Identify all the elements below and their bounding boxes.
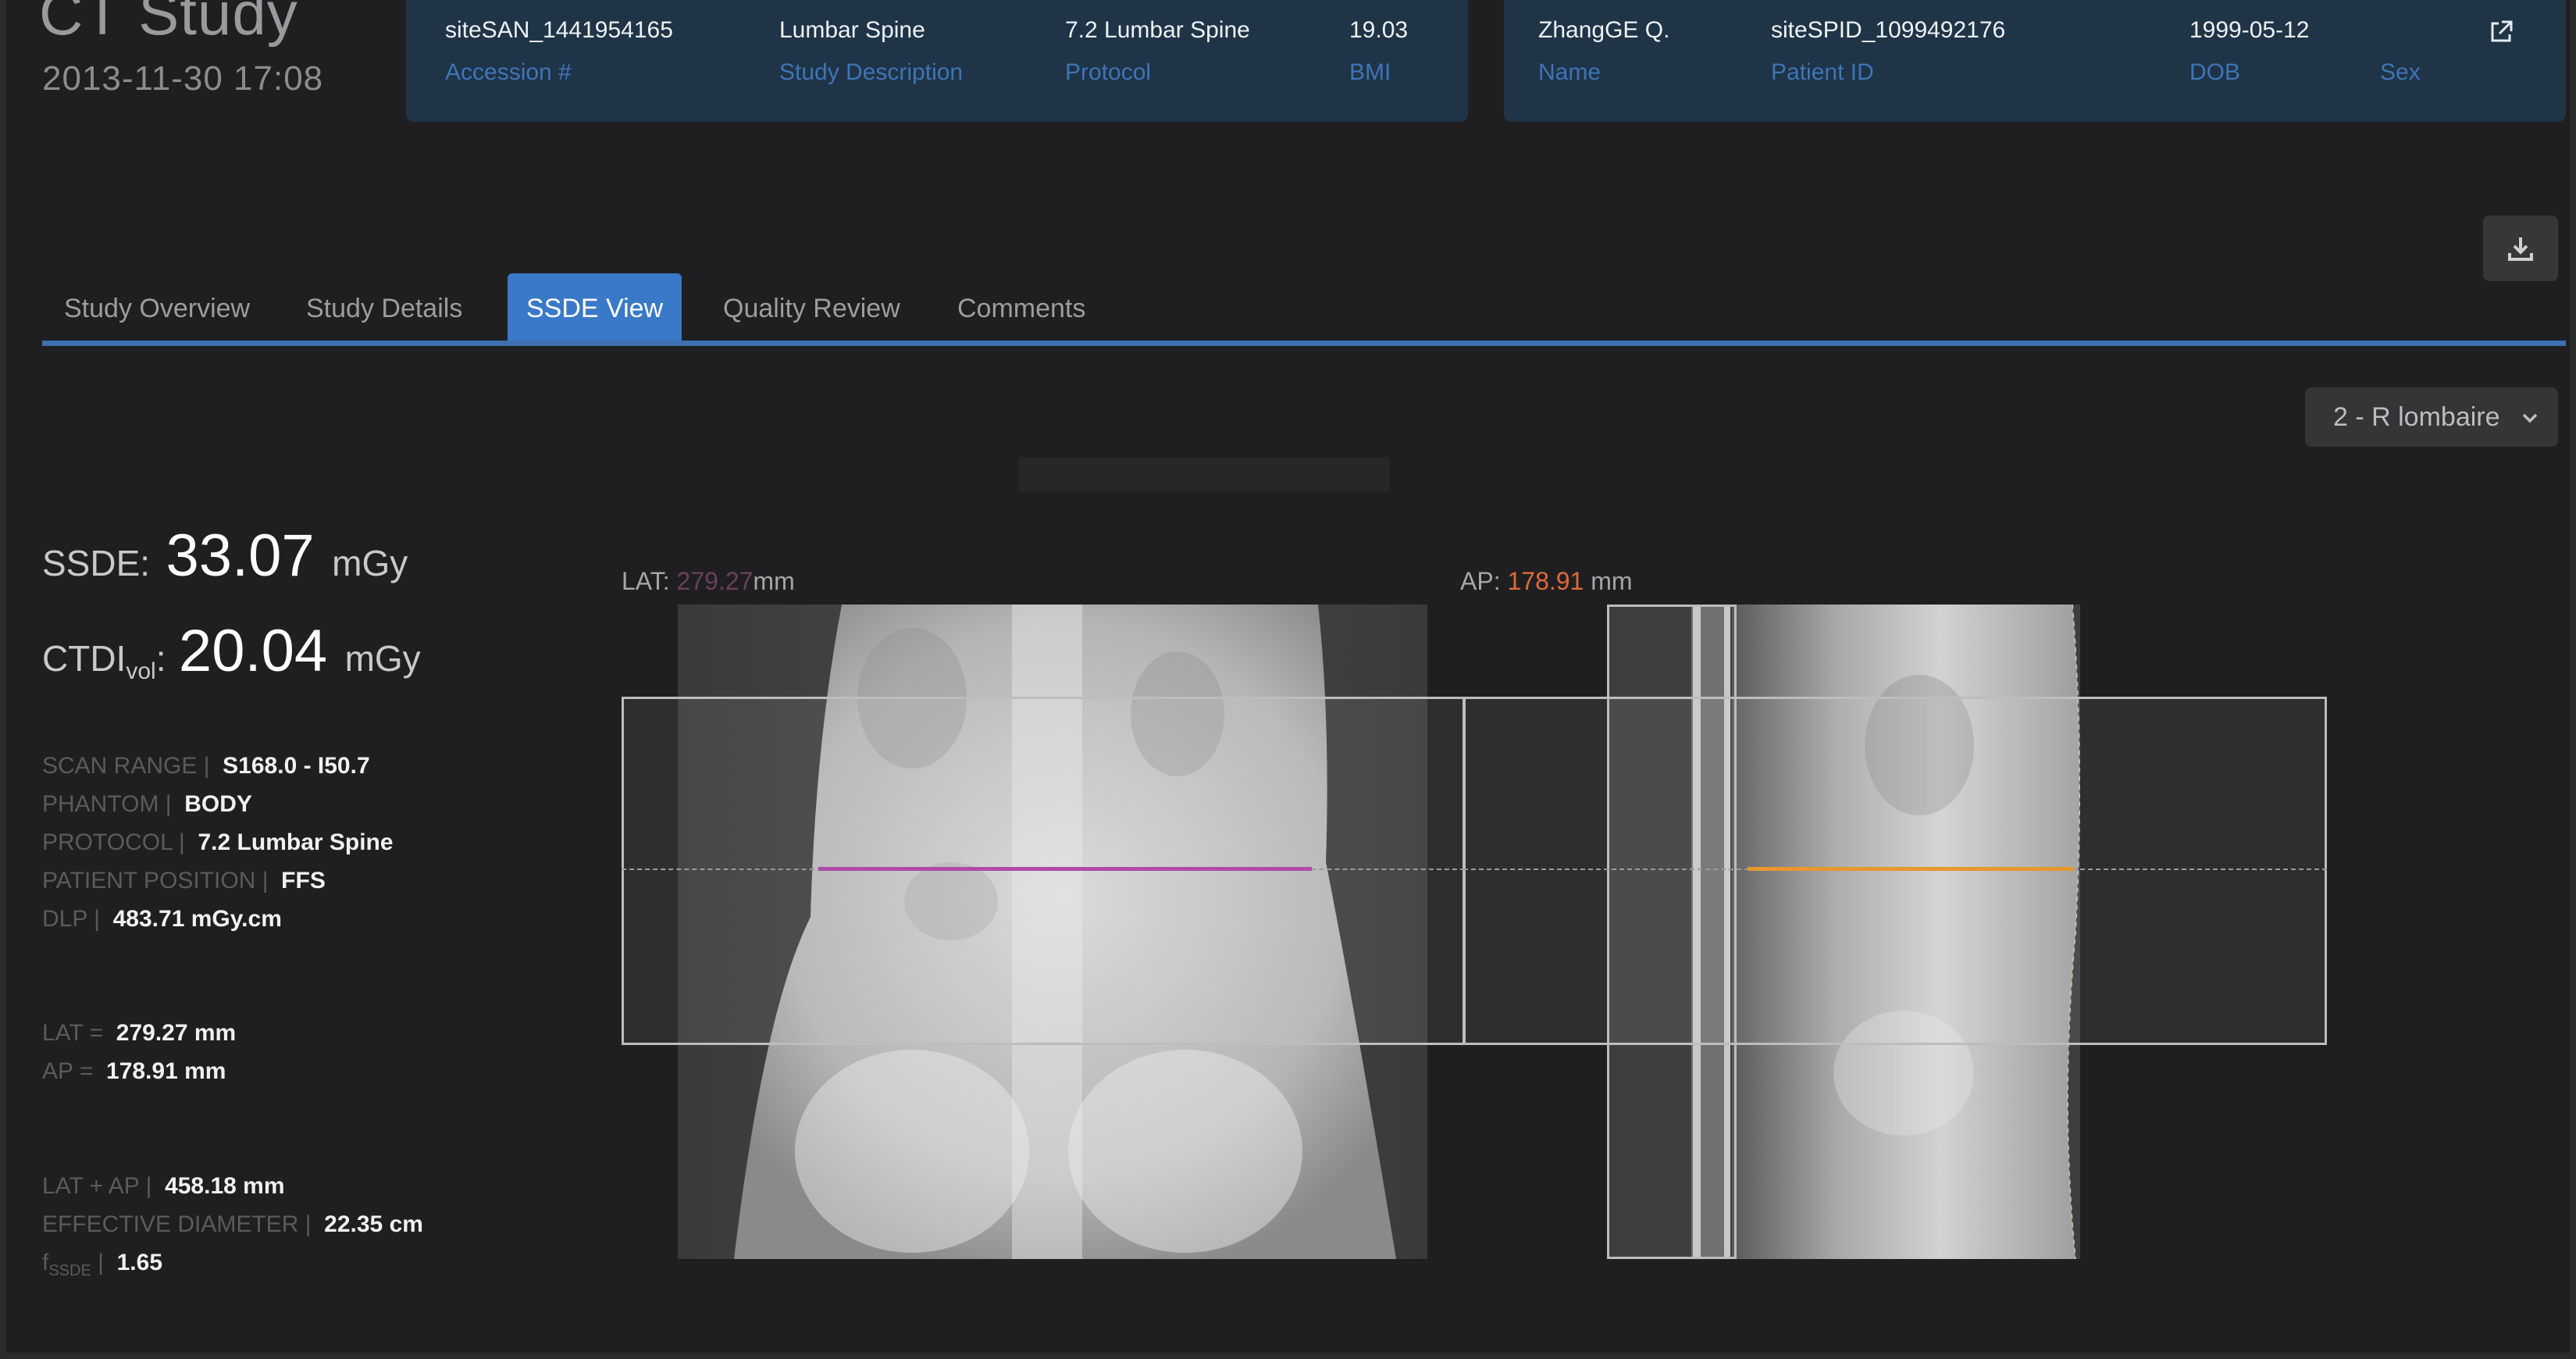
dob-value: 1999-05-12 bbox=[2189, 17, 2310, 43]
lat-measure-line bbox=[818, 867, 1312, 871]
region-select[interactable]: 2 - R lombaire bbox=[2305, 387, 2558, 447]
ssde-unit: mGy bbox=[332, 543, 408, 583]
external-link-icon[interactable] bbox=[2488, 19, 2514, 45]
image-toolbar-placeholder bbox=[1018, 458, 1390, 492]
lat-row: LAT = 279.27 mm bbox=[42, 1020, 237, 1046]
protocol-label: Protocol bbox=[1065, 59, 1152, 85]
scan-range-row: SCAN RANGE | S168.0 - I50.7 bbox=[42, 753, 370, 779]
ap-row: AP = 178.91 mm bbox=[42, 1058, 226, 1084]
accession-value: siteSAN_1441954165 bbox=[445, 17, 673, 43]
study-description-label: Study Description bbox=[779, 59, 964, 85]
dob-label: DOB bbox=[2189, 59, 2241, 85]
protocol-value: 7.2 Lumbar Spine bbox=[1065, 17, 1250, 43]
fssde-row: fSSDE | 1.65 bbox=[42, 1250, 163, 1279]
phantom-row: PHANTOM | BODY bbox=[42, 791, 252, 817]
ctdi-label: CTDIvol: bbox=[42, 638, 166, 685]
ap-measure-line bbox=[1748, 867, 2074, 871]
tab-study-details[interactable]: Study Details bbox=[306, 273, 462, 344]
download-button[interactable] bbox=[2483, 216, 2558, 281]
tab-comments[interactable]: Comments bbox=[957, 273, 1085, 344]
page-title: CT Study bbox=[39, 0, 298, 48]
tab-ssde-view[interactable]: SSDE View bbox=[508, 273, 682, 344]
app-window: CT Study 2013-11-30 17:08 siteSAN_144195… bbox=[6, 0, 2570, 1353]
effective-diameter-row: EFFECTIVE DIAMETER | 22.35 cm bbox=[42, 1211, 423, 1237]
protocol-row: PROTOCOL | 7.2 Lumbar Spine bbox=[42, 829, 394, 855]
tab-quality-review[interactable]: Quality Review bbox=[723, 273, 900, 344]
lat-image-label: LAT: 279.27mm bbox=[622, 567, 795, 595]
sex-label: Sex bbox=[2380, 59, 2421, 85]
study-info-panel: siteSAN_1441954165 Lumbar Spine 7.2 Lumb… bbox=[406, 0, 1468, 122]
tab-study-overview[interactable]: Study Overview bbox=[64, 273, 250, 344]
ap-roi-box[interactable] bbox=[1463, 697, 2327, 1045]
ap-image-label: AP: 178.91 mm bbox=[1460, 567, 1633, 595]
ssde-value: 33.07 bbox=[166, 523, 315, 589]
accession-label: Accession # bbox=[445, 59, 572, 85]
patient-position-row: PATIENT POSITION | FFS bbox=[42, 868, 326, 894]
lat-plus-ap-row: LAT + AP | 458.18 mm bbox=[42, 1173, 285, 1199]
patient-id-label: Patient ID bbox=[1771, 59, 1874, 85]
ctdi-value: 20.04 bbox=[178, 618, 328, 684]
ctdi-readout: CTDIvol: 20.04 mGy bbox=[42, 617, 421, 685]
patient-info-panel: ZhangGE Q. siteSPID_1099492176 1999-05-1… bbox=[1504, 0, 2566, 122]
patient-name-label: Name bbox=[1538, 59, 1602, 85]
ssde-label: SSDE: bbox=[42, 543, 151, 583]
dlp-row: DLP | 483.71 mGy.cm bbox=[42, 906, 282, 932]
download-icon bbox=[2508, 237, 2533, 261]
study-description-value: Lumbar Spine bbox=[779, 17, 925, 43]
lat-roi-box[interactable] bbox=[622, 697, 1465, 1045]
chevron-down-icon bbox=[2519, 391, 2541, 450]
ssde-readout: SSDE: 33.07 mGy bbox=[42, 522, 408, 590]
patient-name-value: ZhangGE Q. bbox=[1538, 17, 1670, 43]
tab-underline bbox=[42, 341, 2566, 346]
patient-id-value: siteSPID_1099492176 bbox=[1771, 17, 2006, 43]
ap-scan-window bbox=[1607, 605, 1737, 1259]
ctdi-unit: mGy bbox=[344, 638, 421, 679]
bmi-value: 19.03 bbox=[1349, 17, 1409, 43]
study-datetime: 2013-11-30 17:08 bbox=[42, 59, 324, 98]
bmi-label: BMI bbox=[1349, 59, 1391, 85]
region-select-value: 2 - R lombaire bbox=[2333, 402, 2500, 432]
